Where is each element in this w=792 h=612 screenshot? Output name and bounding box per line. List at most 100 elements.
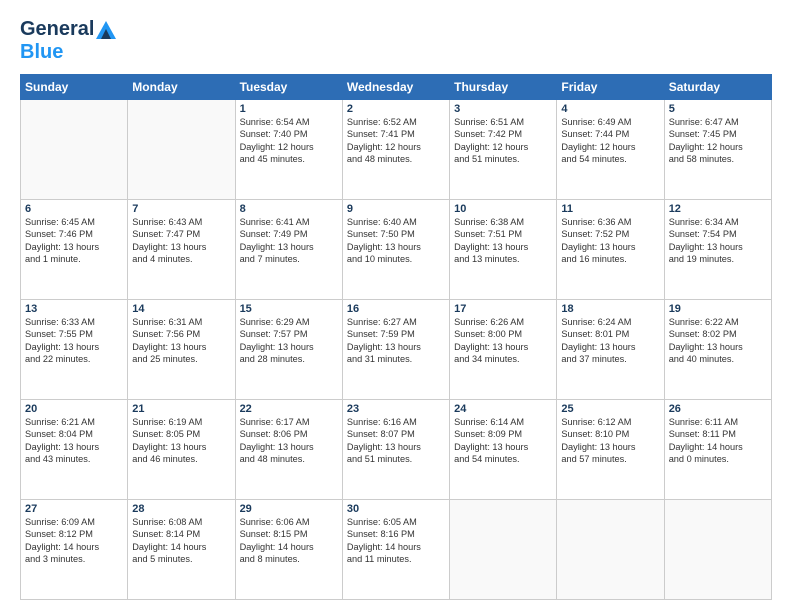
calendar-cell [664, 500, 771, 600]
logo: General Blue [20, 18, 116, 64]
day-info: Sunrise: 6:06 AM Sunset: 8:15 PM Dayligh… [240, 516, 338, 566]
day-number: 12 [669, 203, 767, 215]
calendar-cell [128, 100, 235, 200]
day-number: 7 [132, 203, 230, 215]
day-number: 15 [240, 303, 338, 315]
calendar-cell: 3Sunrise: 6:51 AM Sunset: 7:42 PM Daylig… [450, 100, 557, 200]
day-number: 6 [25, 203, 123, 215]
day-info: Sunrise: 6:36 AM Sunset: 7:52 PM Dayligh… [561, 216, 659, 266]
calendar-header-row: SundayMondayTuesdayWednesdayThursdayFrid… [21, 75, 772, 100]
calendar-week-row: 6Sunrise: 6:45 AM Sunset: 7:46 PM Daylig… [21, 200, 772, 300]
calendar-cell: 2Sunrise: 6:52 AM Sunset: 7:41 PM Daylig… [342, 100, 449, 200]
day-info: Sunrise: 6:45 AM Sunset: 7:46 PM Dayligh… [25, 216, 123, 266]
day-number: 2 [347, 103, 445, 115]
day-info: Sunrise: 6:21 AM Sunset: 8:04 PM Dayligh… [25, 416, 123, 466]
day-info: Sunrise: 6:17 AM Sunset: 8:06 PM Dayligh… [240, 416, 338, 466]
logo-blue: Blue [20, 41, 63, 63]
day-info: Sunrise: 6:26 AM Sunset: 8:00 PM Dayligh… [454, 316, 552, 366]
calendar-cell: 24Sunrise: 6:14 AM Sunset: 8:09 PM Dayli… [450, 400, 557, 500]
day-number: 30 [347, 503, 445, 515]
day-number: 19 [669, 303, 767, 315]
calendar-cell: 17Sunrise: 6:26 AM Sunset: 8:00 PM Dayli… [450, 300, 557, 400]
calendar-day-header: Tuesday [235, 75, 342, 100]
day-info: Sunrise: 6:31 AM Sunset: 7:56 PM Dayligh… [132, 316, 230, 366]
day-info: Sunrise: 6:05 AM Sunset: 8:16 PM Dayligh… [347, 516, 445, 566]
day-info: Sunrise: 6:38 AM Sunset: 7:51 PM Dayligh… [454, 216, 552, 266]
day-info: Sunrise: 6:29 AM Sunset: 7:57 PM Dayligh… [240, 316, 338, 366]
calendar-cell: 18Sunrise: 6:24 AM Sunset: 8:01 PM Dayli… [557, 300, 664, 400]
day-number: 22 [240, 403, 338, 415]
day-number: 8 [240, 203, 338, 215]
calendar-day-header: Sunday [21, 75, 128, 100]
day-number: 26 [669, 403, 767, 415]
day-info: Sunrise: 6:09 AM Sunset: 8:12 PM Dayligh… [25, 516, 123, 566]
day-number: 5 [669, 103, 767, 115]
calendar-cell: 28Sunrise: 6:08 AM Sunset: 8:14 PM Dayli… [128, 500, 235, 600]
calendar-cell: 12Sunrise: 6:34 AM Sunset: 7:54 PM Dayli… [664, 200, 771, 300]
day-info: Sunrise: 6:08 AM Sunset: 8:14 PM Dayligh… [132, 516, 230, 566]
day-number: 13 [25, 303, 123, 315]
page: General Blue SundayMondayTuesdayWednesda… [0, 0, 792, 612]
day-number: 3 [454, 103, 552, 115]
day-info: Sunrise: 6:27 AM Sunset: 7:59 PM Dayligh… [347, 316, 445, 366]
day-info: Sunrise: 6:24 AM Sunset: 8:01 PM Dayligh… [561, 316, 659, 366]
calendar-week-row: 20Sunrise: 6:21 AM Sunset: 8:04 PM Dayli… [21, 400, 772, 500]
day-info: Sunrise: 6:14 AM Sunset: 8:09 PM Dayligh… [454, 416, 552, 466]
calendar-day-header: Wednesday [342, 75, 449, 100]
calendar-day-header: Thursday [450, 75, 557, 100]
calendar-cell: 23Sunrise: 6:16 AM Sunset: 8:07 PM Dayli… [342, 400, 449, 500]
calendar-day-header: Saturday [664, 75, 771, 100]
day-number: 29 [240, 503, 338, 515]
day-number: 24 [454, 403, 552, 415]
day-info: Sunrise: 6:47 AM Sunset: 7:45 PM Dayligh… [669, 116, 767, 166]
day-number: 16 [347, 303, 445, 315]
calendar-cell [21, 100, 128, 200]
calendar-cell: 6Sunrise: 6:45 AM Sunset: 7:46 PM Daylig… [21, 200, 128, 300]
calendar-cell: 27Sunrise: 6:09 AM Sunset: 8:12 PM Dayli… [21, 500, 128, 600]
day-number: 10 [454, 203, 552, 215]
calendar-cell [450, 500, 557, 600]
day-info: Sunrise: 6:51 AM Sunset: 7:42 PM Dayligh… [454, 116, 552, 166]
day-info: Sunrise: 6:54 AM Sunset: 7:40 PM Dayligh… [240, 116, 338, 166]
day-number: 18 [561, 303, 659, 315]
day-number: 9 [347, 203, 445, 215]
calendar-cell: 19Sunrise: 6:22 AM Sunset: 8:02 PM Dayli… [664, 300, 771, 400]
calendar-cell: 5Sunrise: 6:47 AM Sunset: 7:45 PM Daylig… [664, 100, 771, 200]
calendar-week-row: 27Sunrise: 6:09 AM Sunset: 8:12 PM Dayli… [21, 500, 772, 600]
calendar-week-row: 1Sunrise: 6:54 AM Sunset: 7:40 PM Daylig… [21, 100, 772, 200]
day-info: Sunrise: 6:33 AM Sunset: 7:55 PM Dayligh… [25, 316, 123, 366]
day-info: Sunrise: 6:52 AM Sunset: 7:41 PM Dayligh… [347, 116, 445, 166]
logo-icon [96, 21, 116, 39]
day-info: Sunrise: 6:22 AM Sunset: 8:02 PM Dayligh… [669, 316, 767, 366]
day-info: Sunrise: 6:12 AM Sunset: 8:10 PM Dayligh… [561, 416, 659, 466]
calendar-table: SundayMondayTuesdayWednesdayThursdayFrid… [20, 74, 772, 600]
calendar-cell: 22Sunrise: 6:17 AM Sunset: 8:06 PM Dayli… [235, 400, 342, 500]
header: General Blue [20, 18, 772, 64]
day-number: 4 [561, 103, 659, 115]
calendar-cell: 4Sunrise: 6:49 AM Sunset: 7:44 PM Daylig… [557, 100, 664, 200]
calendar-cell: 1Sunrise: 6:54 AM Sunset: 7:40 PM Daylig… [235, 100, 342, 200]
calendar-cell: 10Sunrise: 6:38 AM Sunset: 7:51 PM Dayli… [450, 200, 557, 300]
calendar-cell: 7Sunrise: 6:43 AM Sunset: 7:47 PM Daylig… [128, 200, 235, 300]
calendar-cell: 30Sunrise: 6:05 AM Sunset: 8:16 PM Dayli… [342, 500, 449, 600]
calendar-cell: 16Sunrise: 6:27 AM Sunset: 7:59 PM Dayli… [342, 300, 449, 400]
day-number: 28 [132, 503, 230, 515]
day-number: 25 [561, 403, 659, 415]
day-number: 1 [240, 103, 338, 115]
day-number: 27 [25, 503, 123, 515]
calendar-week-row: 13Sunrise: 6:33 AM Sunset: 7:55 PM Dayli… [21, 300, 772, 400]
day-number: 14 [132, 303, 230, 315]
calendar-cell: 25Sunrise: 6:12 AM Sunset: 8:10 PM Dayli… [557, 400, 664, 500]
calendar-cell: 11Sunrise: 6:36 AM Sunset: 7:52 PM Dayli… [557, 200, 664, 300]
calendar-cell: 20Sunrise: 6:21 AM Sunset: 8:04 PM Dayli… [21, 400, 128, 500]
calendar-cell: 14Sunrise: 6:31 AM Sunset: 7:56 PM Dayli… [128, 300, 235, 400]
day-info: Sunrise: 6:49 AM Sunset: 7:44 PM Dayligh… [561, 116, 659, 166]
day-number: 11 [561, 203, 659, 215]
day-number: 20 [25, 403, 123, 415]
calendar-cell: 21Sunrise: 6:19 AM Sunset: 8:05 PM Dayli… [128, 400, 235, 500]
day-number: 21 [132, 403, 230, 415]
day-number: 17 [454, 303, 552, 315]
day-info: Sunrise: 6:41 AM Sunset: 7:49 PM Dayligh… [240, 216, 338, 266]
calendar-cell: 15Sunrise: 6:29 AM Sunset: 7:57 PM Dayli… [235, 300, 342, 400]
calendar-cell: 8Sunrise: 6:41 AM Sunset: 7:49 PM Daylig… [235, 200, 342, 300]
